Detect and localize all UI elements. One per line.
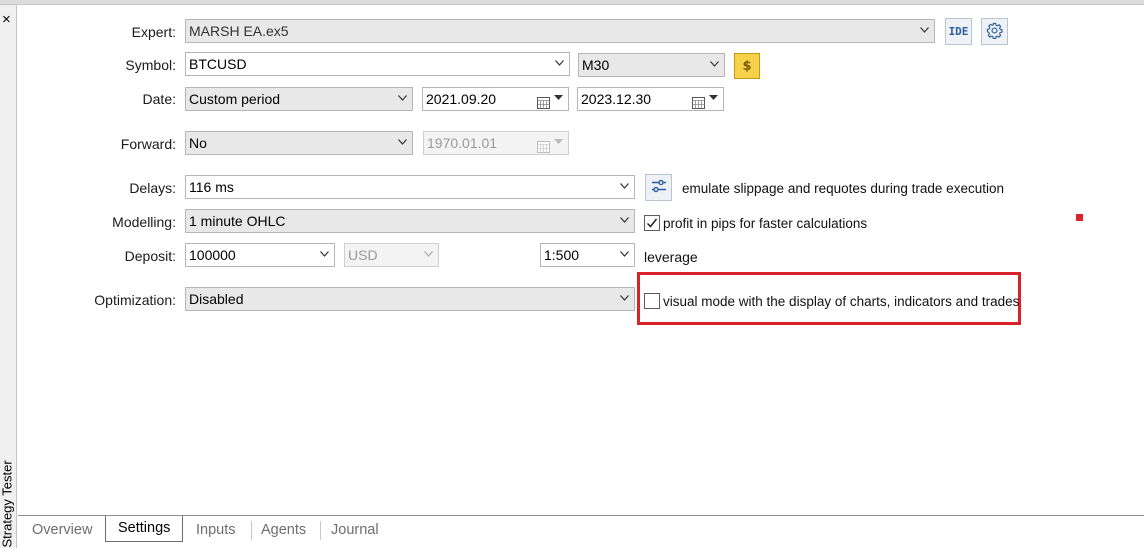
optimization-value: Disabled xyxy=(189,291,244,307)
chevron-down-icon xyxy=(709,95,718,103)
marker-dot xyxy=(1076,214,1083,221)
currency-value: USD xyxy=(348,247,378,263)
chevron-down-icon xyxy=(920,27,929,35)
date-period-value: Custom period xyxy=(189,91,281,107)
deposit-select[interactable]: 100000 xyxy=(185,243,335,267)
date-to-value: 2023.12.30 xyxy=(581,91,652,107)
profit-in-pips-checkbox[interactable] xyxy=(644,215,660,231)
timeframe-value: M30 xyxy=(582,57,610,73)
close-icon[interactable]: × xyxy=(2,12,11,27)
forward-date-picker[interactable]: 1970.01.01 xyxy=(423,131,569,155)
forward-label: Forward: xyxy=(120,136,176,152)
dollar-icon: $ xyxy=(742,58,752,74)
leverage-value: 1:500 xyxy=(544,247,580,263)
tab-agents[interactable]: Agents xyxy=(249,520,318,542)
deposit-label: Deposit: xyxy=(124,248,176,264)
chevron-down-icon xyxy=(398,95,407,103)
currency-select[interactable]: USD xyxy=(344,243,439,267)
sliders-icon xyxy=(651,178,667,197)
delays-label: Delays: xyxy=(129,180,176,196)
visual-mode-label: visual mode with the display of charts, … xyxy=(663,294,1020,309)
modelling-value: 1 minute OHLC xyxy=(189,213,286,229)
symbol-select[interactable]: BTCUSD xyxy=(185,52,570,76)
date-to-picker[interactable]: 2023.12.30 xyxy=(577,87,724,111)
date-label: Date: xyxy=(142,91,176,107)
tab-inputs[interactable]: Inputs xyxy=(184,520,248,542)
tab-journal[interactable]: Journal xyxy=(319,520,391,542)
chevron-down-icon xyxy=(620,251,629,259)
date-from-picker[interactable]: 2021.09.20 xyxy=(422,87,569,111)
delays-select[interactable]: 116 ms xyxy=(185,175,635,199)
chevron-down-icon xyxy=(555,60,564,68)
symbol-properties-button[interactable]: $ xyxy=(734,53,760,79)
calendar-icon xyxy=(537,137,550,153)
chevron-down-icon xyxy=(554,139,563,147)
chevron-down-icon xyxy=(710,61,719,69)
profit-in-pips-label: profit in pips for faster calculations xyxy=(663,216,868,231)
timeframe-select[interactable]: M30 xyxy=(578,53,725,77)
calendar-icon xyxy=(692,93,705,109)
delays-option-text: emulate slippage and requotes during tra… xyxy=(682,181,1004,196)
delay-settings-button[interactable] xyxy=(645,174,672,201)
optimization-label: Optimization: xyxy=(94,292,176,308)
side-panel: × Strategy Tester xyxy=(0,5,17,548)
tab-bar: Overview Settings Inputs Agents Journal xyxy=(18,515,1144,548)
deposit-value: 100000 xyxy=(189,247,236,263)
chevron-down-icon xyxy=(620,295,629,303)
ide-button[interactable]: IDE xyxy=(945,18,972,45)
expert-select[interactable]: MARSH EA.ex5 xyxy=(185,19,935,43)
tab-overview[interactable]: Overview xyxy=(20,520,104,542)
date-period-select[interactable]: Custom period xyxy=(185,87,413,111)
panel-title: Strategy Tester xyxy=(0,460,15,548)
chevron-down-icon xyxy=(398,139,407,147)
gear-icon xyxy=(986,22,1003,42)
visual-mode-checkbox[interactable] xyxy=(644,293,660,309)
chevron-down-icon xyxy=(554,95,563,103)
symbol-label: Symbol: xyxy=(125,57,176,73)
leverage-label: leverage xyxy=(644,249,698,265)
expert-settings-button[interactable] xyxy=(981,18,1008,45)
tab-settings[interactable]: Settings xyxy=(105,516,184,542)
modelling-label: Modelling: xyxy=(112,214,176,230)
delays-value: 116 ms xyxy=(189,179,234,195)
chevron-down-icon xyxy=(620,217,629,225)
calendar-icon xyxy=(537,93,550,109)
chevron-down-icon xyxy=(320,251,329,259)
forward-select[interactable]: No xyxy=(185,131,413,155)
checkmark-icon xyxy=(645,218,659,233)
chevron-down-icon xyxy=(620,183,629,191)
expert-label: Expert: xyxy=(131,24,176,40)
forward-value: No xyxy=(189,135,207,151)
optimization-select[interactable]: Disabled xyxy=(185,287,635,311)
leverage-select[interactable]: 1:500 xyxy=(540,243,635,267)
modelling-select[interactable]: 1 minute OHLC xyxy=(185,209,635,233)
symbol-value: BTCUSD xyxy=(189,56,247,72)
expert-value: MARSH EA.ex5 xyxy=(189,23,289,39)
forward-date-value: 1970.01.01 xyxy=(427,135,498,151)
top-border xyxy=(0,0,1144,5)
date-from-value: 2021.09.20 xyxy=(426,91,497,107)
ide-icon: IDE xyxy=(948,25,969,38)
chevron-down-icon xyxy=(424,251,433,259)
